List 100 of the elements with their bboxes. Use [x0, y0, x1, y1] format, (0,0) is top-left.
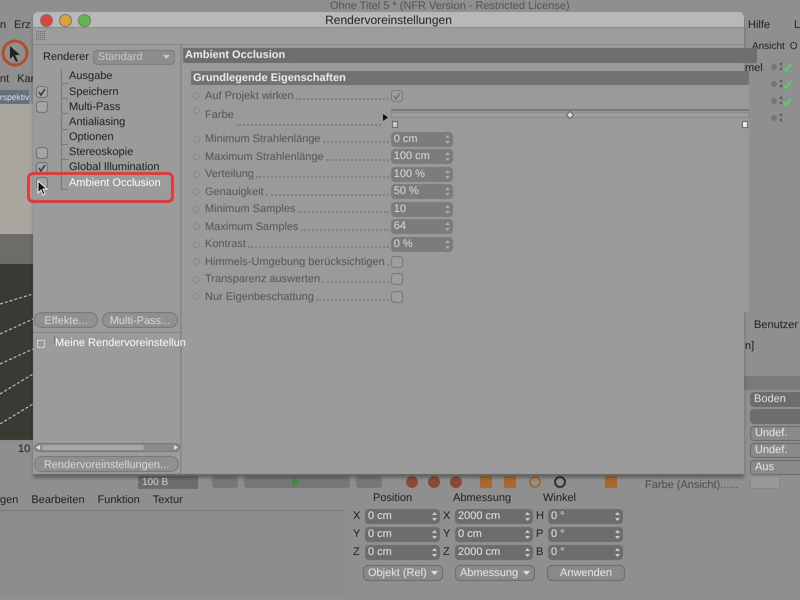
- minimize-button[interactable]: [59, 14, 72, 27]
- stepper-icon: [444, 240, 450, 249]
- close-button[interactable]: [40, 14, 53, 27]
- number-field[interactable]: 2000 cm: [455, 545, 533, 560]
- checkbox[interactable]: [390, 290, 403, 303]
- stepper-icon: [444, 170, 450, 179]
- menu-item[interactable]: n: [0, 17, 6, 34]
- stepper-icon: [525, 548, 530, 557]
- zoom-button[interactable]: [78, 14, 91, 27]
- caret-icon: [523, 571, 530, 575]
- axis-label: Y: [353, 527, 362, 542]
- effect-item[interactable]: Ausgabe: [69, 68, 112, 85]
- stepper-icon: [432, 548, 437, 557]
- menu-item[interactable]: Erz: [14, 17, 31, 34]
- menu-item[interactable]: O: [790, 41, 798, 53]
- attributes-title: n]: [745, 339, 754, 354]
- number-field[interactable]: 50 %: [390, 184, 453, 200]
- number-field[interactable]: 0 cm: [365, 527, 440, 542]
- number-field[interactable]: 100 cm: [390, 149, 453, 164]
- number-field[interactable]: 0 °: [548, 545, 623, 560]
- parameter-label: Minimum Samples: [205, 202, 296, 217]
- menu-item[interactable]: Kar: [17, 71, 34, 88]
- preset-item[interactable]: Meine Rendervoreinstellun: [55, 335, 186, 352]
- frame-field[interactable]: 100 B: [138, 476, 198, 489]
- number-field[interactable]: 0 °: [548, 509, 623, 524]
- checkbox[interactable]: [390, 273, 403, 286]
- stepper-icon: [444, 204, 450, 214]
- parameter-label: Auf Projekt wirken: [205, 88, 294, 104]
- menu-item[interactable]: Funktion: [98, 492, 140, 508]
- menu-item[interactable]: Textur: [152, 492, 183, 508]
- number-field[interactable]: 0 °: [548, 527, 623, 542]
- section-bar: [744, 376, 800, 390]
- caret-icon: [431, 571, 438, 575]
- checkbox[interactable]: [390, 90, 403, 102]
- visibility-toggle-icon[interactable]: [770, 94, 792, 108]
- dropdown-button[interactable]: Abmessung: [455, 565, 535, 581]
- effects-button[interactable]: Effekte...: [34, 312, 98, 328]
- effect-item[interactable]: Multi-Pass: [69, 98, 120, 116]
- stepper-icon: [615, 548, 620, 557]
- checkbox[interactable]: [390, 256, 403, 268]
- attributes-tab[interactable]: Benutzer: [754, 317, 798, 334]
- effect-item[interactable]: Stereoskopie: [69, 144, 134, 161]
- parameter-label: Farbe: [205, 108, 234, 122]
- axis-label: X: [443, 509, 452, 524]
- dropdown-button[interactable]: Objekt (Rel): [363, 565, 443, 581]
- value-button[interactable]: Undef.: [750, 443, 800, 458]
- expand-arrow-icon: [382, 114, 388, 121]
- menu-item[interactable]: L: [794, 17, 800, 34]
- ruler-label: 10: [18, 442, 30, 457]
- viewport-label: rspektiv: [0, 90, 30, 104]
- stepper-icon: [444, 134, 450, 144]
- number-field[interactable]: 0 cm: [390, 132, 453, 147]
- number-field[interactable]: 0 %: [390, 236, 453, 252]
- effect-item[interactable]: Antialiasing: [69, 114, 126, 130]
- grip-icon: [36, 31, 46, 41]
- multipass-button[interactable]: Multi-Pass...: [102, 312, 178, 328]
- menu-item[interactable]: nt: [0, 71, 10, 88]
- gradient-slider[interactable]: [390, 108, 749, 128]
- render-settings-button[interactable]: Rendervoreinstellungen...: [34, 456, 179, 472]
- stepper-icon: [444, 222, 450, 232]
- number-field[interactable]: 0 cm: [365, 509, 440, 524]
- visibility-toggle-icon[interactable]: [770, 60, 792, 74]
- expand-icon: [37, 340, 45, 348]
- number-field[interactable]: 10: [390, 202, 453, 217]
- effect-item[interactable]: Ambient Occlusion: [69, 174, 161, 192]
- checkbox[interactable]: [36, 100, 48, 113]
- menu-item[interactable]: Bearbeiten: [31, 492, 85, 508]
- dropdown-field[interactable]: Boden: [750, 392, 800, 407]
- number-field[interactable]: 100 %: [390, 166, 453, 182]
- value-button[interactable]: Aus: [750, 460, 800, 475]
- axis-label: P: [536, 527, 544, 542]
- number-field[interactable]: 2000 cm: [455, 509, 533, 524]
- panel-header: Ambient Occlusion: [183, 48, 757, 63]
- number-field[interactable]: 0 cm: [365, 545, 440, 560]
- stepper-icon: [615, 512, 620, 521]
- input-field[interactable]: [750, 409, 800, 424]
- parameter-label: Maximum Samples: [205, 220, 299, 234]
- visibility-toggle-icon[interactable]: [770, 77, 792, 91]
- stepper-icon: [432, 530, 437, 539]
- color-swatch[interactable]: [750, 476, 780, 489]
- effect-item[interactable]: Global Illumination: [69, 159, 160, 176]
- section-header: Grundlegende Eigenschaften: [191, 71, 749, 85]
- menu-item[interactable]: gen: [0, 492, 18, 508]
- app-title: Ohne Titel 5 * (NFR Version - Restricted License): [330, 0, 570, 12]
- number-field[interactable]: 0 cm: [455, 527, 533, 542]
- number-field[interactable]: 64: [390, 219, 453, 234]
- value-button[interactable]: Undef.: [750, 426, 800, 441]
- effect-item[interactable]: Speichern: [69, 84, 119, 100]
- parameter-label: Himmels-Umgebung berücksichtigen: [205, 254, 385, 270]
- apply-button[interactable]: Anwenden: [547, 565, 625, 581]
- effect-item[interactable]: Optionen: [69, 129, 114, 146]
- axis-label: Z: [353, 545, 361, 560]
- checkbox[interactable]: [36, 146, 48, 159]
- menu-item[interactable]: Hilfe: [748, 17, 770, 34]
- checkbox[interactable]: [36, 162, 48, 174]
- field-label: Renderer: [43, 50, 89, 65]
- checkbox[interactable]: [36, 86, 48, 98]
- field-label: Farbe (Ansicht)......: [645, 478, 739, 493]
- window-title: Rendervoreinstellungen: [325, 12, 452, 26]
- interpolation-handle[interactable]: [566, 110, 574, 118]
